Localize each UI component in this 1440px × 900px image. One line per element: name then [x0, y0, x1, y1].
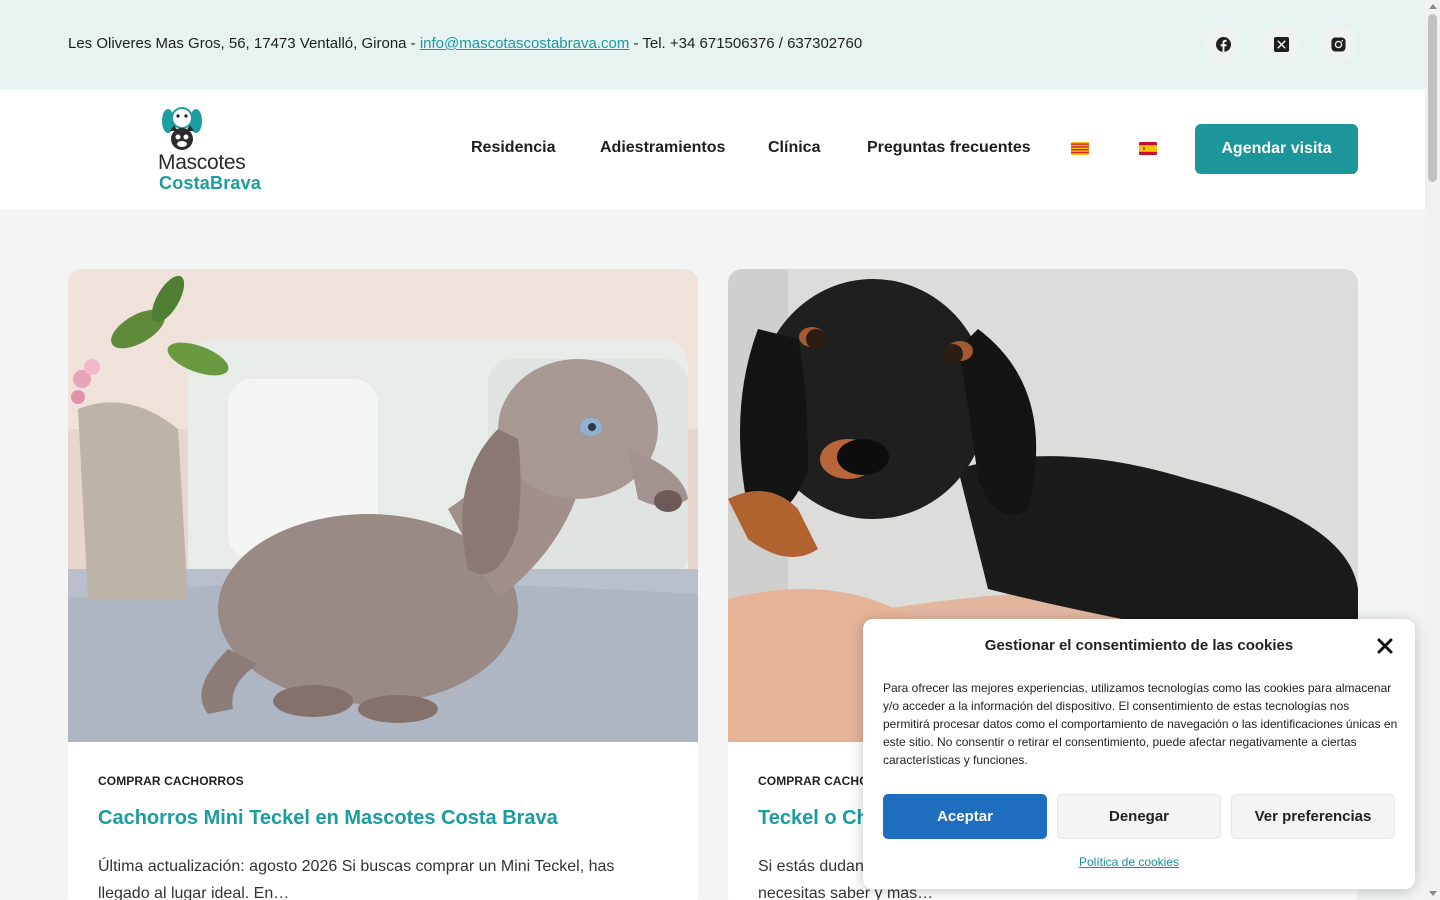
contact-info: Les Oliveres Mas Gros, 56, 17473 Ventall…	[68, 35, 862, 52]
logo-text-mascotes: Mascotes	[158, 151, 246, 174]
cookie-policy-link[interactable]: Política de cookies	[863, 855, 1395, 869]
nav-preguntas-frecuentes[interactable]: Preguntas frecuentes	[867, 139, 1031, 157]
page-scrollbar[interactable]	[1425, 0, 1440, 900]
facebook-icon[interactable]	[1204, 25, 1242, 63]
accept-cookies-button[interactable]: Aceptar	[883, 794, 1047, 839]
instagram-icon[interactable]	[1319, 25, 1357, 63]
nav-adiestramientos[interactable]: Adiestramientos	[600, 139, 725, 157]
nav-residencia[interactable]: Residencia	[471, 139, 555, 157]
scrollbar-thumb[interactable]	[1428, 14, 1437, 182]
mascot-logo-icon	[162, 107, 202, 150]
cookie-preferences-button[interactable]: Ver preferencias	[1231, 794, 1395, 839]
x-twitter-icon[interactable]	[1262, 25, 1300, 63]
address-text: Les Oliveres Mas Gros, 56, 17473 Ventall…	[68, 35, 420, 52]
email-link[interactable]: info@mascotascostabrava.com	[420, 35, 629, 52]
phone-text: - Tel. +34 671506376 / 637302760	[629, 35, 863, 52]
logo-text-costabrava: CostaBrava	[159, 173, 262, 193]
post-excerpt: Última actualización: agosto 2026 Si bus…	[98, 858, 615, 900]
scroll-up-arrow-icon[interactable]	[1429, 4, 1437, 9]
top-info-bar: Les Oliveres Mas Gros, 56, 17473 Ventall…	[0, 0, 1425, 89]
post-card[interactable]: COMPRAR CACHORROS Cachorros Mini Teckel …	[68, 269, 698, 900]
deny-cookies-button[interactable]: Denegar	[1057, 794, 1221, 839]
site-logo[interactable]: Mascotes CostaBrava	[158, 107, 280, 193]
post-category[interactable]: COMPRAR CACHORROS	[98, 774, 244, 788]
cookie-consent-dialog: Gestionar el consentimiento de las cooki…	[863, 619, 1415, 889]
catalan-flag-icon[interactable]	[1071, 142, 1089, 155]
nav-clinica[interactable]: Clínica	[768, 139, 820, 157]
scroll-down-arrow-icon[interactable]	[1429, 891, 1437, 896]
post-title[interactable]: Cachorros Mini Teckel en Mascotes Costa …	[98, 807, 558, 830]
post-image-mini-teckel[interactable]	[68, 269, 698, 742]
site-header: Mascotes CostaBrava Residencia Adiestram…	[0, 89, 1425, 209]
spanish-flag-icon[interactable]	[1139, 142, 1157, 155]
close-icon[interactable]	[1375, 636, 1395, 656]
cookie-dialog-title: Gestionar el consentimiento de las cooki…	[984, 637, 1294, 654]
schedule-visit-button[interactable]: Agendar visita	[1195, 124, 1358, 174]
cookie-dialog-text: Para ofrecer las mejores experiencias, u…	[883, 681, 1398, 767]
